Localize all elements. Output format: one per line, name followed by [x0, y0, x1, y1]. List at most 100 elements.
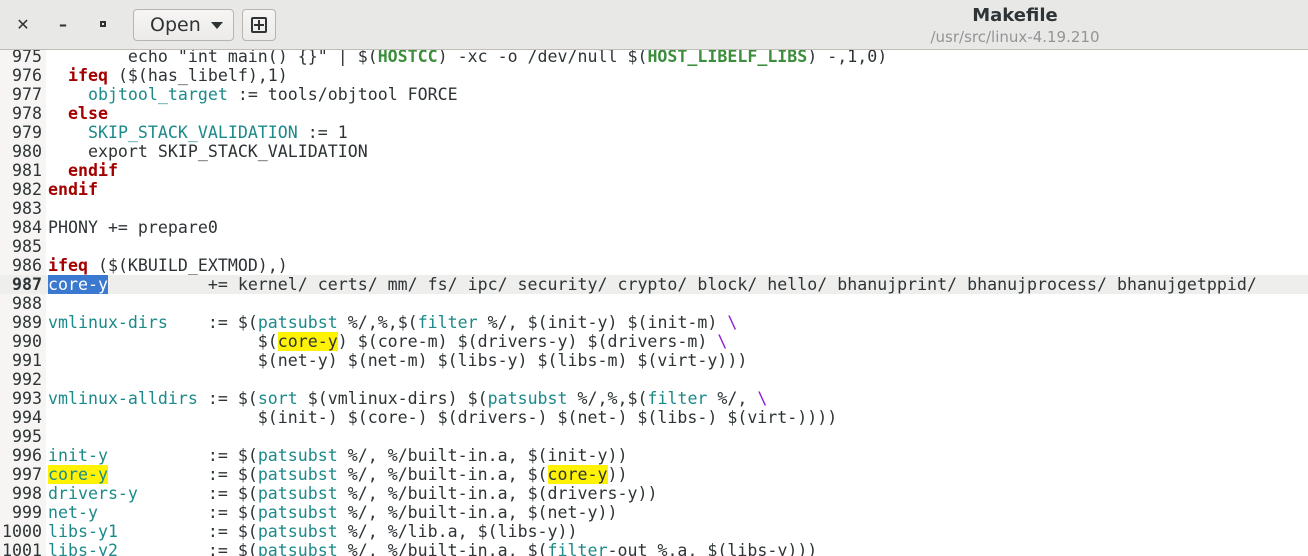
code-token: %/, %/built-in.a, $(net-y))	[337, 503, 618, 522]
code-line[interactable]: 975 echo "int main() {}" | $(HOSTCC) -xc…	[0, 50, 1308, 66]
code-token: ifeq	[67, 66, 108, 85]
code-token: filter	[647, 389, 708, 408]
code-line[interactable]: 991 $(net-y) $(net-m) $(libs-y) $(libs-m…	[0, 351, 1308, 370]
line-number: 986	[12, 256, 42, 275]
code-token: ($(has_libelf),1)	[107, 66, 288, 85]
code-line[interactable]: 1001 libs-y2 := $(patsubst %/, %/built-in…	[0, 541, 1308, 556]
code-token: core-y	[277, 332, 338, 351]
code-token: patsubst	[487, 389, 568, 408]
line-number: 981	[12, 161, 42, 180]
code-line[interactable]: 978 else	[0, 104, 1308, 123]
code-token: core-y	[48, 275, 108, 294]
code-token: vmlinux-dirs	[48, 313, 168, 332]
open-button[interactable]: Open	[133, 9, 234, 41]
code-token: $(net-y) $(net-m) $(libs-y) $(libs-m) $(…	[48, 351, 748, 370]
code-token: %/,	[707, 389, 758, 408]
line-number: 997	[12, 465, 42, 484]
code-token: patsubst	[257, 446, 338, 465]
code-line[interactable]: 976 ifeq ($(has_libelf),1)	[0, 66, 1308, 85]
code-token: := $(	[97, 503, 258, 522]
code-token: echo "int main() {}" | $(	[48, 50, 378, 66]
code-text: drivers-y := $(patsubst %/, %/built-in.a…	[48, 484, 657, 503]
code-token: := $(	[197, 389, 258, 408]
code-text: vmlinux-alldirs := $(sort $(vmlinux-dirs…	[48, 389, 767, 408]
code-token: ) -,1,0)	[807, 50, 888, 66]
code-line[interactable]: 993 vmlinux-alldirs := $(sort $(vmlinux-d…	[0, 389, 1308, 408]
code-line[interactable]: 999 net-y := $(patsubst %/, %/built-in.a,…	[0, 503, 1308, 522]
code-token: += kernel/ certs/ mm/ fs/ ipc/ security/…	[107, 275, 1257, 294]
line-number: 985	[12, 237, 42, 256]
code-token: $(vmlinux-dirs) $(	[297, 389, 488, 408]
code-token: %/, %/built-in.a, $(	[337, 541, 548, 556]
code-line[interactable]: 995	[0, 427, 1308, 446]
line-number: 991	[12, 351, 42, 370]
line-number: 982	[12, 180, 42, 199]
code-token: %/, %/built-in.a, $(	[337, 465, 548, 484]
code-line[interactable]: 1000 libs-y1 := $(patsubst %/, %/lib.a, $…	[0, 522, 1308, 541]
code-line[interactable]: 997 core-y := $(patsubst %/, %/built-in.a…	[0, 465, 1308, 484]
code-token: objtool_target	[87, 85, 228, 104]
line-number: 992	[12, 370, 42, 389]
code-line[interactable]: 996 init-y := $(patsubst %/, %/built-in.a…	[0, 446, 1308, 465]
title-bar: ✕ – Open Makefile /usr/src/linux-4.19.21…	[0, 0, 1308, 50]
line-number: 979	[12, 123, 42, 142]
code-text: $(core-y) $(core-m) $(drivers-y) $(drive…	[48, 332, 727, 351]
code-text: init-y := $(patsubst %/, %/built-in.a, $…	[48, 446, 627, 465]
code-line[interactable]: 979 SKIP_STACK_VALIDATION := 1	[0, 123, 1308, 142]
code-line[interactable]: 981 endif	[0, 161, 1308, 180]
code-line[interactable]: 986 ifeq ($(KBUILD_EXTMOD),)	[0, 256, 1308, 275]
code-token: patsubst	[257, 465, 338, 484]
line-number: 1000	[2, 522, 42, 541]
line-number: 995	[12, 427, 42, 446]
code-line[interactable]: 998 drivers-y := $(patsubst %/, %/built-i…	[0, 484, 1308, 503]
line-number: 987	[12, 275, 42, 294]
code-token: := 1	[297, 123, 348, 142]
line-number: 1001	[2, 541, 42, 556]
code-token: %/,%,$(	[567, 389, 648, 408]
code-line[interactable]: 983	[0, 199, 1308, 218]
code-text: else	[48, 104, 108, 123]
code-line[interactable]: 990 $(core-y) $(core-m) $(drivers-y) $(d…	[0, 332, 1308, 351]
text-editor[interactable]: 975 echo "int main() {}" | $(HOSTCC) -xc…	[0, 50, 1308, 556]
code-token: patsubst	[257, 484, 338, 503]
code-text: libs-y1 := $(patsubst %/, %/lib.a, $(lib…	[48, 522, 578, 541]
code-text: net-y := $(patsubst %/, %/built-in.a, $(…	[48, 503, 617, 522]
new-document-button[interactable]	[242, 9, 276, 41]
code-line[interactable]: 987 core-y += kernel/ certs/ mm/ fs/ ipc/…	[0, 275, 1308, 294]
code-line[interactable]: 989 vmlinux-dirs := $(patsubst %/,%,$(fil…	[0, 313, 1308, 332]
code-token: patsubst	[257, 313, 338, 332]
code-token: := tools/objtool FORCE	[227, 85, 458, 104]
code-token: -out %.a, $(libs-y)))	[607, 541, 818, 556]
code-token: ))	[607, 465, 628, 484]
code-line[interactable]: 980 export SKIP_STACK_VALIDATION	[0, 142, 1308, 161]
code-line[interactable]: 994 $(init-) $(core-) $(drivers-) $(net-…	[0, 408, 1308, 427]
code-line[interactable]: 985	[0, 237, 1308, 256]
close-icon[interactable]: ✕	[9, 10, 37, 38]
chevron-down-icon	[210, 21, 223, 29]
code-token: filter	[417, 313, 478, 332]
code-token: ) $(core-m) $(drivers-y) $(drivers-m)	[337, 332, 718, 351]
code-text: export SKIP_STACK_VALIDATION	[48, 142, 368, 161]
code-token: sort	[257, 389, 298, 408]
code-token: PHONY += prepare0	[48, 218, 218, 237]
code-line[interactable]: 982 endif	[0, 180, 1308, 199]
code-text: libs-y2 := $(patsubst %/, %/built-in.a, …	[48, 541, 817, 556]
code-token: ($(KBUILD_EXTMOD),)	[87, 256, 288, 275]
code-line[interactable]: 977 objtool_target := tools/objtool FORC…	[0, 85, 1308, 104]
code-text: endif	[48, 180, 98, 199]
minimize-icon[interactable]: –	[49, 10, 77, 38]
code-text: ifeq ($(has_libelf),1)	[48, 66, 288, 85]
maximize-icon[interactable]	[89, 10, 117, 38]
code-line[interactable]: 992	[0, 370, 1308, 389]
code-token: export SKIP_STACK_VALIDATION	[48, 142, 368, 161]
line-number: 998	[12, 484, 42, 503]
code-line[interactable]: 984 PHONY += prepare0	[0, 218, 1308, 237]
code-text: vmlinux-dirs := $(patsubst %/,%,$(filter…	[48, 313, 737, 332]
code-token: \	[757, 389, 768, 408]
code-token: := $(	[107, 465, 258, 484]
code-token: := $(	[117, 522, 258, 541]
code-line[interactable]: 988	[0, 294, 1308, 313]
